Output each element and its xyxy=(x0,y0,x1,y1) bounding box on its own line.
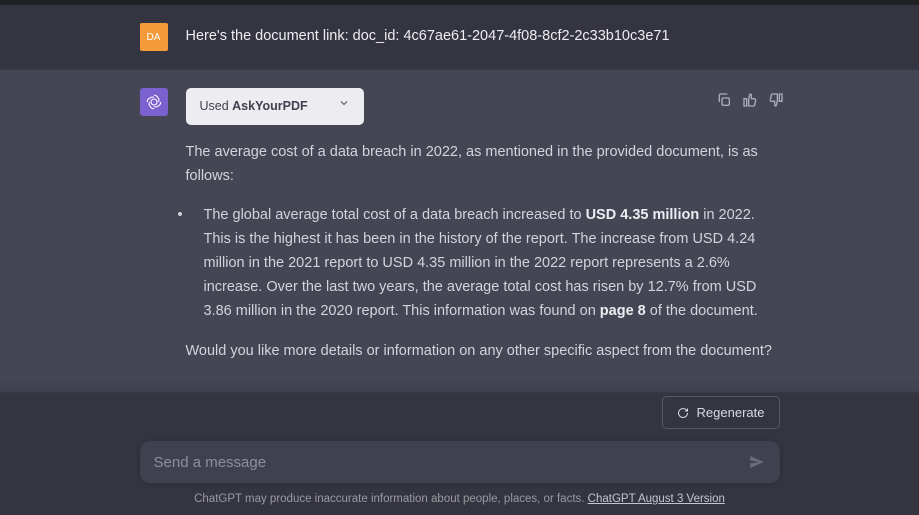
user-avatar: DA xyxy=(140,23,168,51)
message-input-container[interactable] xyxy=(140,441,780,483)
message-input[interactable] xyxy=(154,454,748,471)
assistant-bullet-item: The global average total cost of a data … xyxy=(186,204,780,324)
assistant-message-row: Used AskYourPDF The average cost of a da… xyxy=(0,69,919,393)
user-message-row: DA Here's the document link: doc_id: 4c6… xyxy=(0,5,919,69)
version-link[interactable]: ChatGPT August 3 Version xyxy=(588,493,725,505)
footer-disclaimer: ChatGPT may produce inaccurate informati… xyxy=(0,493,919,505)
user-message-text: Here's the document link: doc_id: 4c67ae… xyxy=(186,23,670,48)
assistant-avatar xyxy=(140,88,168,116)
chevron-down-icon xyxy=(338,96,350,116)
plugin-used-chip[interactable]: Used AskYourPDF xyxy=(186,88,364,125)
thumbs-up-icon[interactable] xyxy=(742,92,758,108)
regenerate-label: Regenerate xyxy=(697,405,765,420)
send-button[interactable] xyxy=(748,453,766,471)
assistant-intro-text: The average cost of a data breach in 202… xyxy=(186,141,780,189)
send-icon xyxy=(748,453,766,471)
plugin-chip-label: Used AskYourPDF xyxy=(200,96,308,117)
assistant-followup-text: Would you like more details or informati… xyxy=(186,340,780,364)
openai-logo-icon xyxy=(145,93,163,111)
message-actions xyxy=(716,92,784,108)
composer-area: Regenerate ChatGPT may produce inaccurat… xyxy=(0,376,919,515)
thumbs-down-icon[interactable] xyxy=(768,92,784,108)
regenerate-button[interactable]: Regenerate xyxy=(662,396,780,429)
copy-icon[interactable] xyxy=(716,92,732,108)
refresh-icon xyxy=(677,407,689,419)
